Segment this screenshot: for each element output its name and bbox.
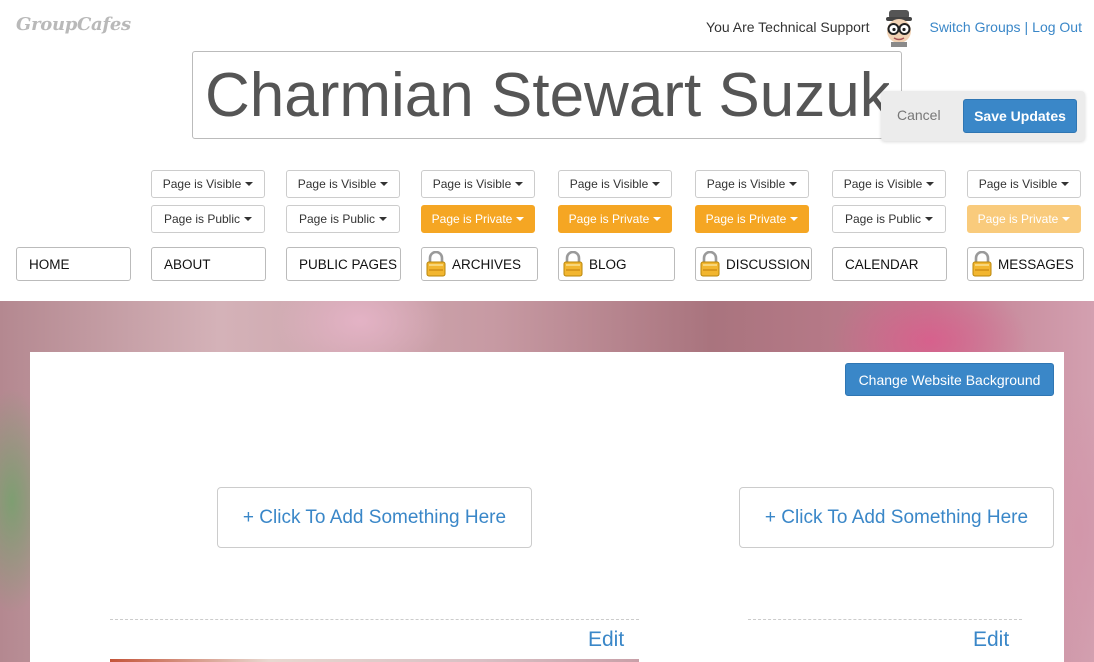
- caret-down-icon: [1061, 182, 1070, 186]
- toggle-label: Page is Visible: [162, 177, 242, 191]
- public-pages-visibility-toggle[interactable]: Page is Visible: [286, 170, 400, 198]
- lock-icon: [426, 251, 446, 277]
- user-area: You Are Technical Support Switch Groups …: [706, 7, 1082, 47]
- toggle-label: Page is Public: [298, 212, 376, 226]
- nav-public-pages[interactable]: PUBLIC PAGES: [286, 247, 401, 281]
- link-separator: |: [1024, 19, 1029, 35]
- caret-down-icon: [926, 182, 935, 186]
- logout-link[interactable]: Log Out: [1032, 19, 1082, 35]
- toggle-label: Page is Public: [844, 212, 922, 226]
- groupcafes-logo[interactable]: GroupCafes: [16, 14, 131, 35]
- toggle-label: Page is Visible: [432, 177, 512, 191]
- edit-right-link[interactable]: Edit: [973, 628, 1009, 652]
- user-role-text: You Are Technical Support: [706, 19, 870, 35]
- nav-label: PUBLIC PAGES: [299, 256, 398, 272]
- nav-archives[interactable]: ARCHIVES: [421, 247, 538, 281]
- nav-about[interactable]: ABOUT: [151, 247, 266, 281]
- caret-down-icon: [244, 217, 253, 221]
- nav-messages[interactable]: MESSAGES: [967, 247, 1084, 281]
- nav-label: ABOUT: [164, 256, 211, 272]
- add-content-left[interactable]: + Click To Add Something Here: [217, 487, 532, 548]
- calendar-access-toggle[interactable]: Page is Public: [832, 205, 946, 233]
- caret-down-icon: [653, 217, 662, 221]
- toggle-label: Page is Visible: [297, 177, 377, 191]
- archives-visibility-toggle[interactable]: Page is Visible: [421, 170, 535, 198]
- lock-icon: [700, 251, 720, 277]
- discussion-access-toggle[interactable]: Page is Private: [695, 205, 809, 233]
- nav-discussion[interactable]: DISCUSSION: [695, 247, 812, 281]
- caret-down-icon: [652, 182, 661, 186]
- divider-left: [110, 619, 639, 620]
- avatar-icon[interactable]: [879, 7, 919, 47]
- edit-left-link[interactable]: Edit: [588, 628, 624, 652]
- public-pages-access-toggle[interactable]: Page is Public: [286, 205, 400, 233]
- toggle-label: Page is Visible: [569, 177, 649, 191]
- toggle-label: Page is Visible: [978, 177, 1058, 191]
- about-access-toggle[interactable]: Page is Public: [151, 205, 265, 233]
- nav-blog[interactable]: BLOG: [558, 247, 675, 281]
- archives-access-toggle[interactable]: Page is Private: [421, 205, 535, 233]
- caret-down-icon: [925, 217, 934, 221]
- discussion-visibility-toggle[interactable]: Page is Visible: [695, 170, 809, 198]
- lock-icon: [972, 251, 992, 277]
- caret-down-icon: [790, 217, 799, 221]
- nav-calendar[interactable]: CALENDAR: [832, 247, 947, 281]
- nav-home[interactable]: HOME: [16, 247, 131, 281]
- nav-label: BLOG: [589, 256, 627, 272]
- caret-down-icon: [515, 182, 524, 186]
- nav-label: HOME: [29, 256, 70, 272]
- nav-label: DISCUSSION: [726, 256, 811, 272]
- nav-label: ARCHIVES: [452, 256, 522, 272]
- title-actions: Cancel Save Updates: [881, 91, 1085, 141]
- caret-down-icon: [789, 182, 798, 186]
- toggle-label: Page is Public: [163, 212, 241, 226]
- save-updates-button[interactable]: Save Updates: [963, 99, 1077, 133]
- add-content-right[interactable]: + Click To Add Something Here: [739, 487, 1054, 548]
- toggle-label: Page is Visible: [843, 177, 923, 191]
- nav-label: MESSAGES: [998, 256, 1074, 272]
- caret-down-icon: [380, 182, 389, 186]
- toggle-label: Page is Private: [705, 212, 787, 226]
- toggle-label: Page is Visible: [706, 177, 786, 191]
- cancel-button[interactable]: Cancel: [897, 107, 941, 123]
- toggle-label: Page is Private: [568, 212, 650, 226]
- blog-access-toggle[interactable]: Page is Private: [558, 205, 672, 233]
- caret-down-icon: [245, 182, 254, 186]
- calendar-visibility-toggle[interactable]: Page is Visible: [832, 170, 946, 198]
- switch-groups-link[interactable]: Switch Groups: [929, 19, 1020, 35]
- caret-down-icon: [516, 217, 525, 221]
- site-title-input[interactable]: [192, 51, 902, 139]
- caret-down-icon: [1062, 217, 1071, 221]
- divider-right: [748, 619, 1022, 620]
- nav-label: CALENDAR: [845, 256, 919, 272]
- blog-visibility-toggle[interactable]: Page is Visible: [558, 170, 672, 198]
- toggle-label: Page is Private: [977, 212, 1059, 226]
- lock-icon: [563, 251, 583, 277]
- header: GroupCafes You Are Technical Support Swi…: [0, 0, 1094, 300]
- messages-access-toggle[interactable]: Page is Private: [967, 205, 1081, 233]
- caret-down-icon: [379, 217, 388, 221]
- about-visibility-toggle[interactable]: Page is Visible: [151, 170, 265, 198]
- change-background-button[interactable]: Change Website Background: [845, 363, 1054, 396]
- toggle-label: Page is Private: [431, 212, 513, 226]
- messages-visibility-toggle[interactable]: Page is Visible: [967, 170, 1081, 198]
